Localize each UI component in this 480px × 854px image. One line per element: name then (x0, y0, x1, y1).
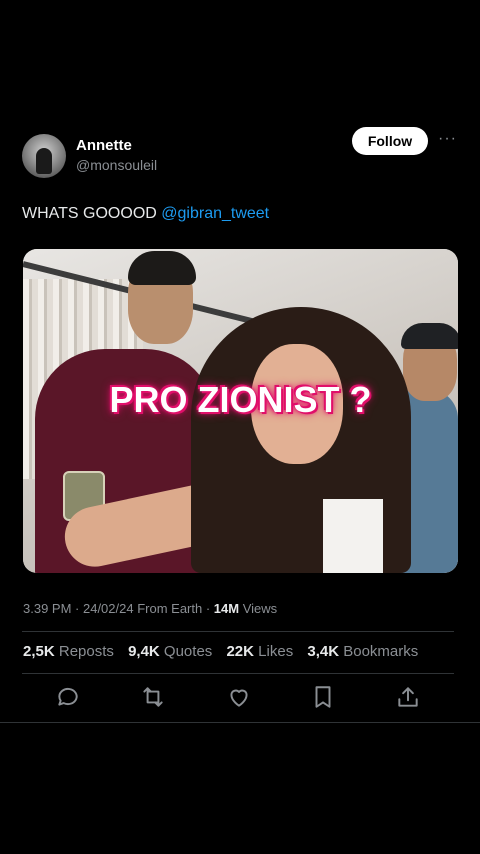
mention-link[interactable]: @gibran_tweet (161, 205, 269, 222)
engagement-stats: 2,5K Reposts 9,4K Quotes 22K Likes 3,4K … (23, 643, 428, 660)
photo-overlay-text: PRO ZIONIST ? (109, 379, 372, 420)
photo-woman-top (323, 499, 383, 573)
bookmarks-stat[interactable]: 3,4K Bookmarks (307, 643, 418, 660)
views-label: Views (242, 601, 278, 616)
likes-count: 22K (226, 643, 254, 660)
likes-label: Likes (258, 643, 294, 660)
bookmarks-label: Bookmarks (343, 643, 419, 660)
repost-icon[interactable] (140, 684, 166, 710)
quotes-stat[interactable]: 9,4K Quotes (128, 643, 212, 660)
tweet-time[interactable]: 3.39 PM (23, 601, 71, 616)
divider-top (22, 631, 454, 632)
meta-separator-2: · (202, 601, 214, 616)
like-icon[interactable] (226, 684, 252, 710)
views-count: 14M (213, 601, 240, 616)
quotes-count: 9,4K (128, 643, 160, 660)
bookmark-icon[interactable] (310, 684, 336, 710)
quotes-label: Quotes (163, 643, 213, 660)
reposts-label: Reposts (58, 643, 114, 660)
meta-separator: · (71, 601, 83, 616)
reply-icon[interactable] (55, 684, 81, 710)
footer-divider (0, 722, 480, 723)
photo-man-left-hair (128, 251, 196, 285)
tweet-source: From Earth (137, 601, 203, 616)
share-icon[interactable] (395, 684, 421, 710)
tweet-text: WHATS GOOOOD @gibran_tweet (22, 205, 269, 223)
tweet-meta: 3.39 PM · 24/02/24 From Earth · 14M View… (23, 601, 277, 616)
display-name[interactable]: Annette (76, 137, 132, 154)
divider-bottom (22, 673, 454, 674)
user-handle[interactable]: @monsouleil (76, 157, 157, 173)
reposts-count: 2,5K (23, 643, 55, 660)
likes-stat[interactable]: 22K Likes (226, 643, 293, 660)
tweet-date[interactable]: 24/02/24 (83, 601, 134, 616)
action-bar (22, 676, 454, 718)
follow-button[interactable]: Follow (352, 127, 428, 155)
tweet-card: Annette @monsouleil Follow ··· WHATS GOO… (0, 0, 480, 854)
reposts-stat[interactable]: 2,5K Reposts (23, 643, 114, 660)
photo-man-right-cap (401, 323, 458, 349)
tweet-photo[interactable]: PRO ZIONIST ? (23, 249, 458, 573)
avatar-figure (36, 148, 52, 174)
tweet-body: WHATS GOOOOD (22, 205, 162, 222)
avatar[interactable] (22, 134, 66, 178)
bookmarks-count: 3,4K (307, 643, 340, 660)
more-options-icon[interactable]: ··· (438, 130, 457, 148)
